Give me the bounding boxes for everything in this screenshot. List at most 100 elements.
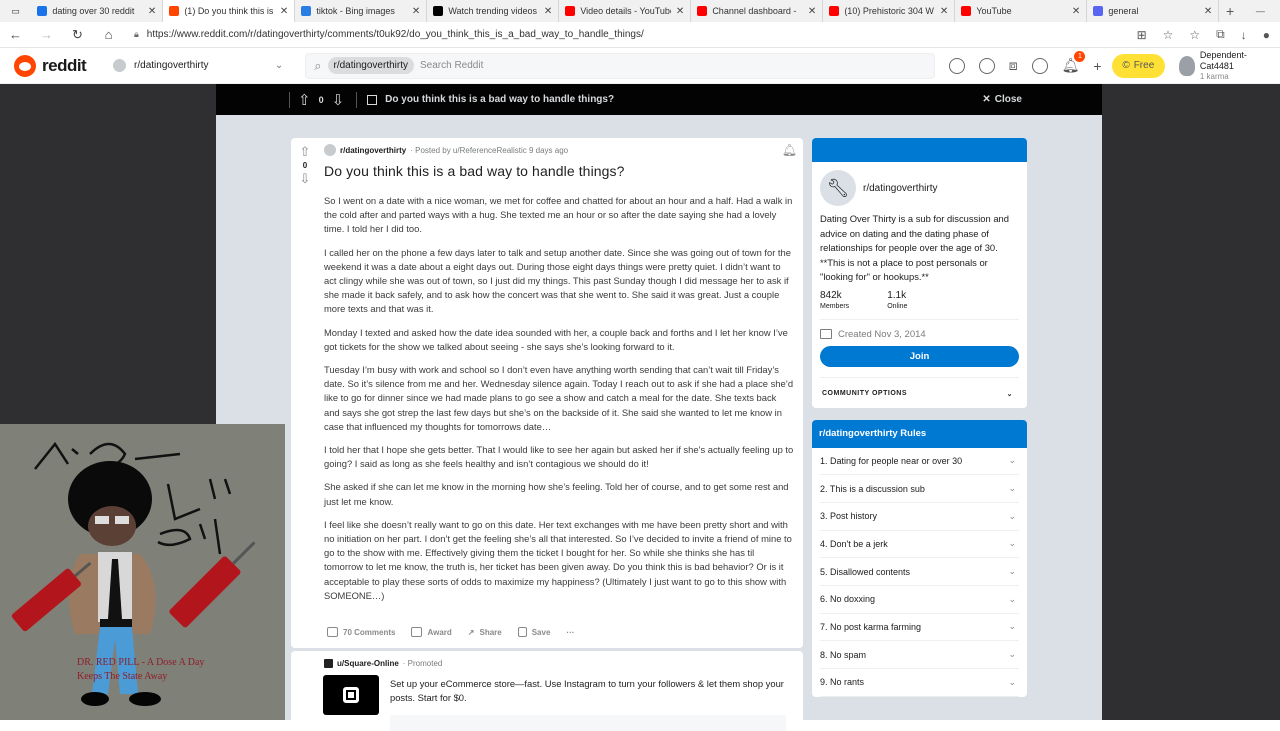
- join-button[interactable]: Join: [820, 345, 1019, 367]
- close-button[interactable]: ✕ Close: [982, 94, 1022, 105]
- browser-tab[interactable]: Channel dashboard - ✕: [691, 0, 824, 22]
- coins-button[interactable]: © Free: [1111, 53, 1166, 78]
- advertiser-name[interactable]: u/Square-Online: [337, 659, 399, 668]
- refresh-icon[interactable]: ↻: [62, 27, 93, 43]
- upvote-icon[interactable]: ⇧: [298, 91, 311, 109]
- chat-icon[interactable]: [1031, 57, 1048, 74]
- avatar: [1179, 55, 1195, 76]
- downvote-icon[interactable]: ⇩: [300, 171, 311, 187]
- save-button[interactable]: Save: [517, 627, 550, 637]
- rule-item[interactable]: 6. No doxxing ⌄: [820, 586, 1019, 614]
- rule-item[interactable]: 2. This is a discussion sub ⌄: [820, 475, 1019, 503]
- community-name[interactable]: r/datingoverthirty: [863, 183, 937, 194]
- promoted-meta: u/Square-Online · Promoted: [324, 659, 442, 668]
- browser-tab[interactable]: tiktok - Bing images ✕: [295, 0, 428, 22]
- url-field[interactable]: 🔒︎ https://www.reddit.com/r/datingoverth…: [134, 29, 1137, 40]
- award-button[interactable]: Award: [411, 627, 452, 637]
- posted-by[interactable]: · Posted by u/ReferenceRealistic 9 days …: [410, 146, 568, 155]
- close-tab-icon[interactable]: ✕: [412, 6, 420, 17]
- reddit-logo[interactable]: reddit: [14, 54, 103, 77]
- rule-item[interactable]: 9. No rants ⌄: [820, 669, 1019, 697]
- community-dropdown[interactable]: r/datingoverthirty ⌄: [113, 59, 283, 72]
- create-post-icon[interactable]: +: [1093, 58, 1101, 74]
- more-options-button[interactable]: ···: [566, 628, 574, 637]
- close-tab-icon[interactable]: ✕: [808, 6, 816, 17]
- upvote-icon[interactable]: ⇧: [300, 144, 311, 160]
- username: Dependent-Cat4481: [1199, 50, 1247, 71]
- notifications-icon[interactable]: 🔔︎ 1: [1062, 51, 1086, 74]
- rule-item[interactable]: 3. Post history ⌄: [820, 503, 1019, 531]
- notification-badge: 1: [1074, 51, 1086, 62]
- forward-icon[interactable]: →: [31, 27, 62, 42]
- post-meta: r/datingoverthirty · Posted by u/Referen…: [324, 144, 568, 156]
- chevron-down-icon: ⌄: [1008, 483, 1016, 494]
- share-button[interactable]: ↗ Share: [468, 628, 502, 637]
- post-paragraph: I called her on the phone a few days lat…: [324, 246, 791, 315]
- rule-item[interactable]: 4. Don't be a jerk ⌄: [820, 531, 1019, 559]
- search-icon: ⌕: [314, 57, 322, 73]
- profile-icon[interactable]: ●: [1263, 28, 1270, 42]
- subreddit-link[interactable]: r/datingoverthirty: [340, 146, 406, 155]
- tab-actions-icon[interactable]: ▭: [0, 0, 31, 22]
- browser-tab[interactable]: YouTube ✕: [955, 0, 1088, 22]
- close-tab-icon[interactable]: ✕: [148, 6, 156, 17]
- search-community-chip[interactable]: r/datingoverthirty: [327, 57, 414, 74]
- post-score: 0: [302, 161, 308, 170]
- browser-tab[interactable]: dating over 30 reddit ✕: [31, 0, 164, 22]
- rule-item[interactable]: 7. No post karma farming ⌄: [820, 614, 1019, 642]
- chevron-down-icon: ⌄: [1008, 649, 1016, 660]
- browser-tab[interactable]: general ✕: [1087, 0, 1220, 22]
- members-label: Members: [820, 302, 850, 310]
- close-tab-icon[interactable]: ✕: [940, 6, 948, 17]
- stats-icon[interactable]: [978, 57, 995, 74]
- header-actions: ⧈ 🔔︎ 1 +: [948, 51, 1102, 74]
- chevron-down-icon: ⌄: [1008, 455, 1016, 466]
- new-tab-button[interactable]: +: [1219, 3, 1241, 19]
- post-title: Do you think this is a bad way to handle…: [324, 163, 625, 179]
- post-paragraph: Tuesday I’m busy with work and school so…: [324, 364, 794, 432]
- chevron-down-icon: ⌄: [1006, 390, 1013, 398]
- url-text: https://www.reddit.com/r/datingoverthirt…: [146, 29, 644, 40]
- search-input[interactable]: ⌕ r/datingoverthirty Search Reddit: [305, 52, 935, 79]
- back-icon[interactable]: ←: [0, 27, 31, 42]
- left-eye: [95, 516, 109, 524]
- browser-tab[interactable]: Watch trending videos ✕: [427, 0, 560, 22]
- popular-icon[interactable]: [948, 57, 965, 74]
- collections-icon[interactable]: ⧉: [1216, 27, 1225, 42]
- close-tab-icon[interactable]: ✕: [544, 6, 552, 17]
- add-favorite-icon[interactable]: ☆: [1163, 28, 1174, 42]
- rule-item[interactable]: 5. Disallowed contents ⌄: [820, 558, 1019, 586]
- close-tab-icon[interactable]: ✕: [280, 6, 288, 17]
- address-bar-row: ← → ↻ ⌂ 🔒︎ https://www.reddit.com/r/dati…: [0, 22, 1280, 48]
- user-menu[interactable]: Dependent-Cat4481 1 karma: [1179, 50, 1280, 81]
- browser-tab[interactable]: (10) Prehistoric 304 W ✕: [823, 0, 956, 22]
- promoted-link-bar[interactable]: [390, 715, 786, 731]
- community-options-toggle[interactable]: COMMUNITY OPTIONS ⌄: [820, 390, 1019, 398]
- share-icon: ↗: [467, 627, 475, 637]
- downvote-icon[interactable]: ⇩: [332, 91, 345, 109]
- youtube-icon: [565, 6, 576, 16]
- created-date: Created Nov 3, 2014: [820, 329, 1019, 340]
- browser-tab[interactable]: Video details - YouTube ✕: [559, 0, 692, 22]
- home-icon[interactable]: ⌂: [93, 27, 124, 42]
- close-tab-icon[interactable]: ✕: [1072, 6, 1080, 17]
- downloads-icon[interactable]: ↓: [1241, 28, 1247, 42]
- rule-item[interactable]: 1. Dating for people near or over 30 ⌄: [820, 448, 1019, 476]
- post-paragraph: So I went on a date with a nice woman, w…: [324, 195, 793, 235]
- close-tab-icon[interactable]: ✕: [1204, 6, 1212, 17]
- promoted-post[interactable]: u/Square-Online · Promoted Set up your e…: [291, 651, 803, 731]
- coin-icon: ©: [1122, 60, 1130, 71]
- video-icon[interactable]: ⧈: [1009, 57, 1018, 74]
- square-logo-thumbnail[interactable]: [323, 675, 379, 715]
- snoo-icon: [14, 54, 36, 77]
- minimize-button[interactable]: —: [1241, 6, 1280, 16]
- comments-button[interactable]: 70 Comments: [327, 627, 395, 637]
- rule-item[interactable]: 8. No spam ⌄: [820, 641, 1019, 669]
- browser-tab[interactable]: (1) Do you think this is ✕: [163, 0, 296, 22]
- close-tab-icon[interactable]: ✕: [676, 6, 684, 17]
- favorites-icon[interactable]: ☆: [1189, 28, 1200, 42]
- apps-icon[interactable]: ⊞: [1137, 28, 1147, 42]
- browser-tab-strip: ▭ dating over 30 reddit ✕ (1) Do you think…: [0, 0, 1280, 22]
- follow-post-bell-icon[interactable]: 🔔︎: [782, 143, 797, 157]
- face: [88, 506, 136, 546]
